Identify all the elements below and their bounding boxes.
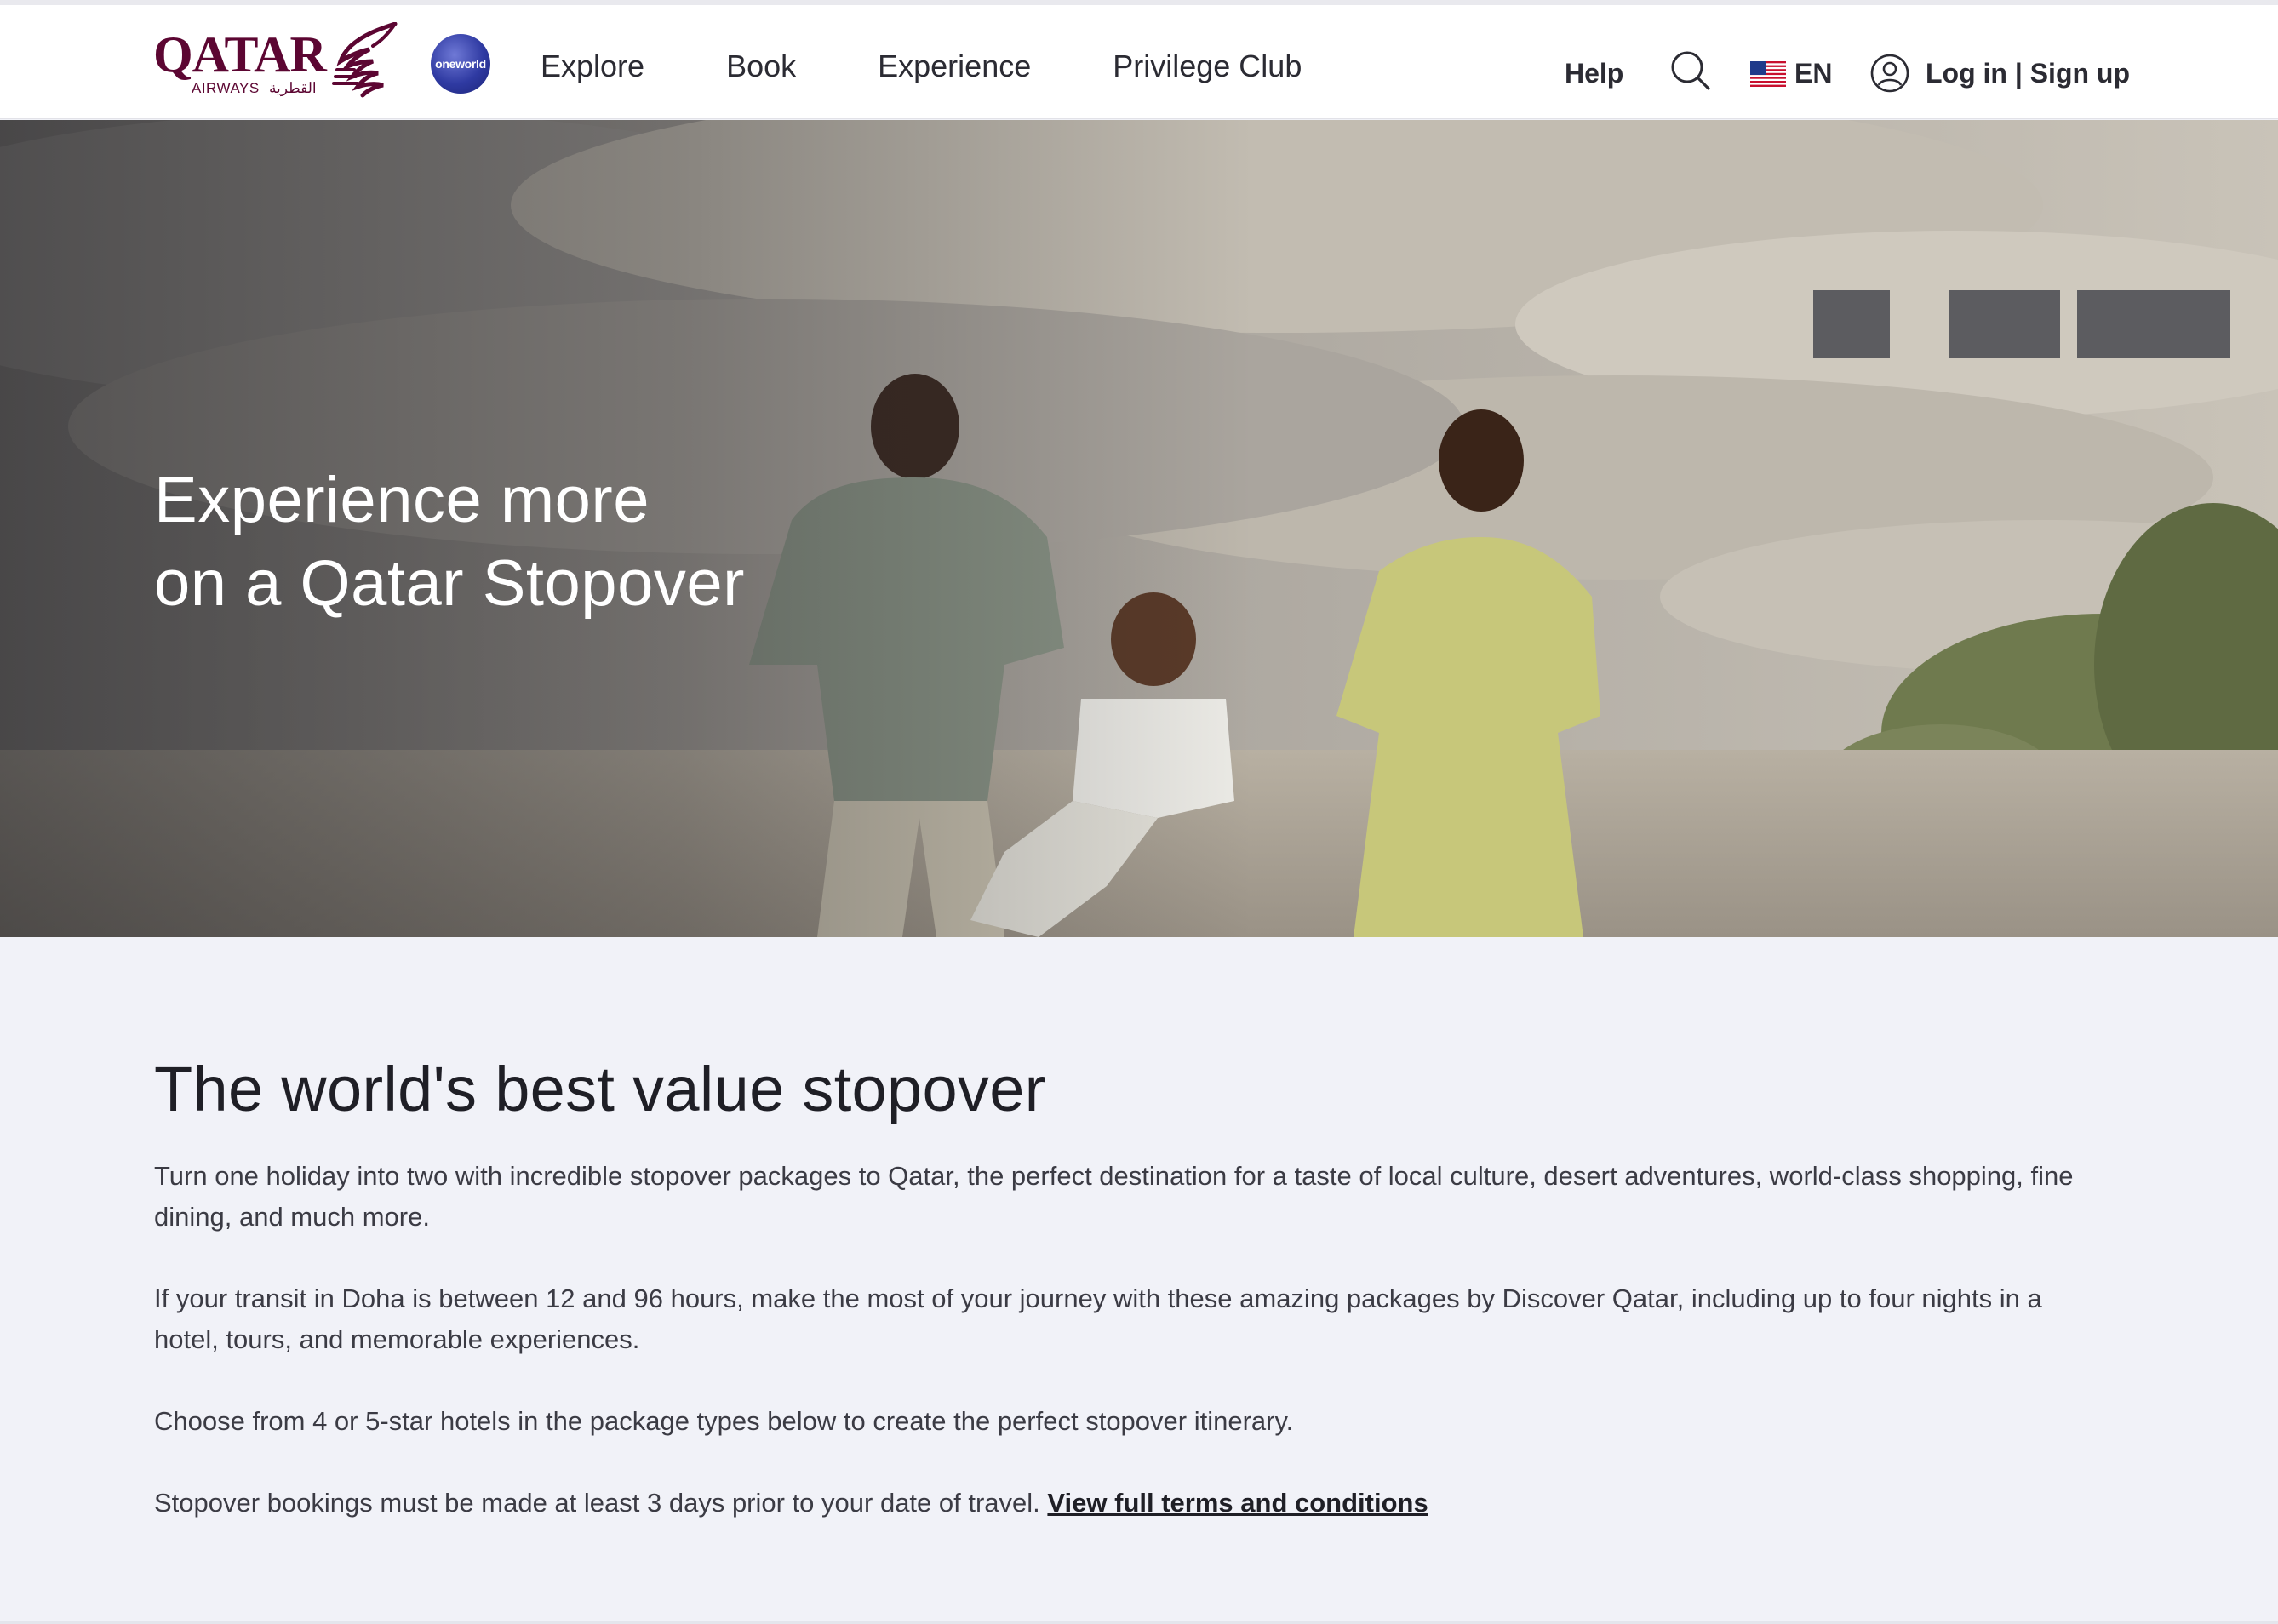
site-header: QATAR AIRWAYS القطرية oneworld Explore B…: [0, 5, 2278, 119]
logo-wordmark: QATAR: [153, 26, 327, 83]
section-title: The world's best value stopover: [154, 1054, 1046, 1124]
bottom-border: [0, 1621, 2278, 1624]
nav-explore[interactable]: Explore: [541, 49, 644, 83]
hero-title: Experience more on a Qatar Stopover: [154, 459, 920, 626]
help-link[interactable]: Help: [1565, 58, 1623, 89]
booking-note-paragraph: Stopover bookings must be made at least …: [154, 1483, 2112, 1524]
language-code: EN: [1794, 58, 1833, 89]
main-content: The world's best value stopover Turn one…: [154, 937, 2138, 1524]
oneworld-badge[interactable]: oneworld: [431, 34, 490, 94]
logo-sub-latin: AIRWAYS: [192, 80, 260, 96]
logo-sub-arabic: القطرية: [268, 80, 317, 96]
intro-paragraph: Turn one holiday into two with incredibl…: [154, 1161, 2074, 1232]
hero-banner: Experience more on a Qatar Stopover: [0, 120, 2278, 937]
hero-title-line-2: on a Qatar Stopover: [154, 547, 745, 620]
main-nav: Explore Book Experience Privilege Club: [541, 49, 1302, 83]
login-label: Log in | Sign up: [1926, 57, 2131, 89]
language-selector[interactable]: EN: [1750, 58, 1832, 89]
login-signup-button[interactable]: Log in | Sign up: [1869, 53, 2130, 94]
nav-privilege-club[interactable]: Privilege Club: [1113, 49, 1302, 83]
logo-subtitle: AIRWAYS القطرية: [192, 80, 317, 97]
transit-paragraph: If your transit in Doha is between 12 an…: [154, 1284, 2042, 1354]
user-icon: [1870, 54, 1909, 93]
terms-link[interactable]: View full terms and conditions: [1047, 1488, 1428, 1518]
booking-note: Stopover bookings must be made at least …: [154, 1488, 1040, 1518]
hotels-paragraph: Choose from 4 or 5-star hotels in the pa…: [154, 1406, 1294, 1436]
qatar-airways-logo[interactable]: QATAR AIRWAYS القطرية: [153, 22, 400, 103]
search-icon[interactable]: [1669, 49, 1712, 92]
us-flag-icon: [1750, 60, 1786, 87]
oryx-icon: [332, 22, 398, 98]
hero-title-line-1: Experience more: [154, 464, 650, 536]
nav-experience[interactable]: Experience: [878, 49, 1031, 83]
nav-book[interactable]: Book: [726, 49, 796, 83]
